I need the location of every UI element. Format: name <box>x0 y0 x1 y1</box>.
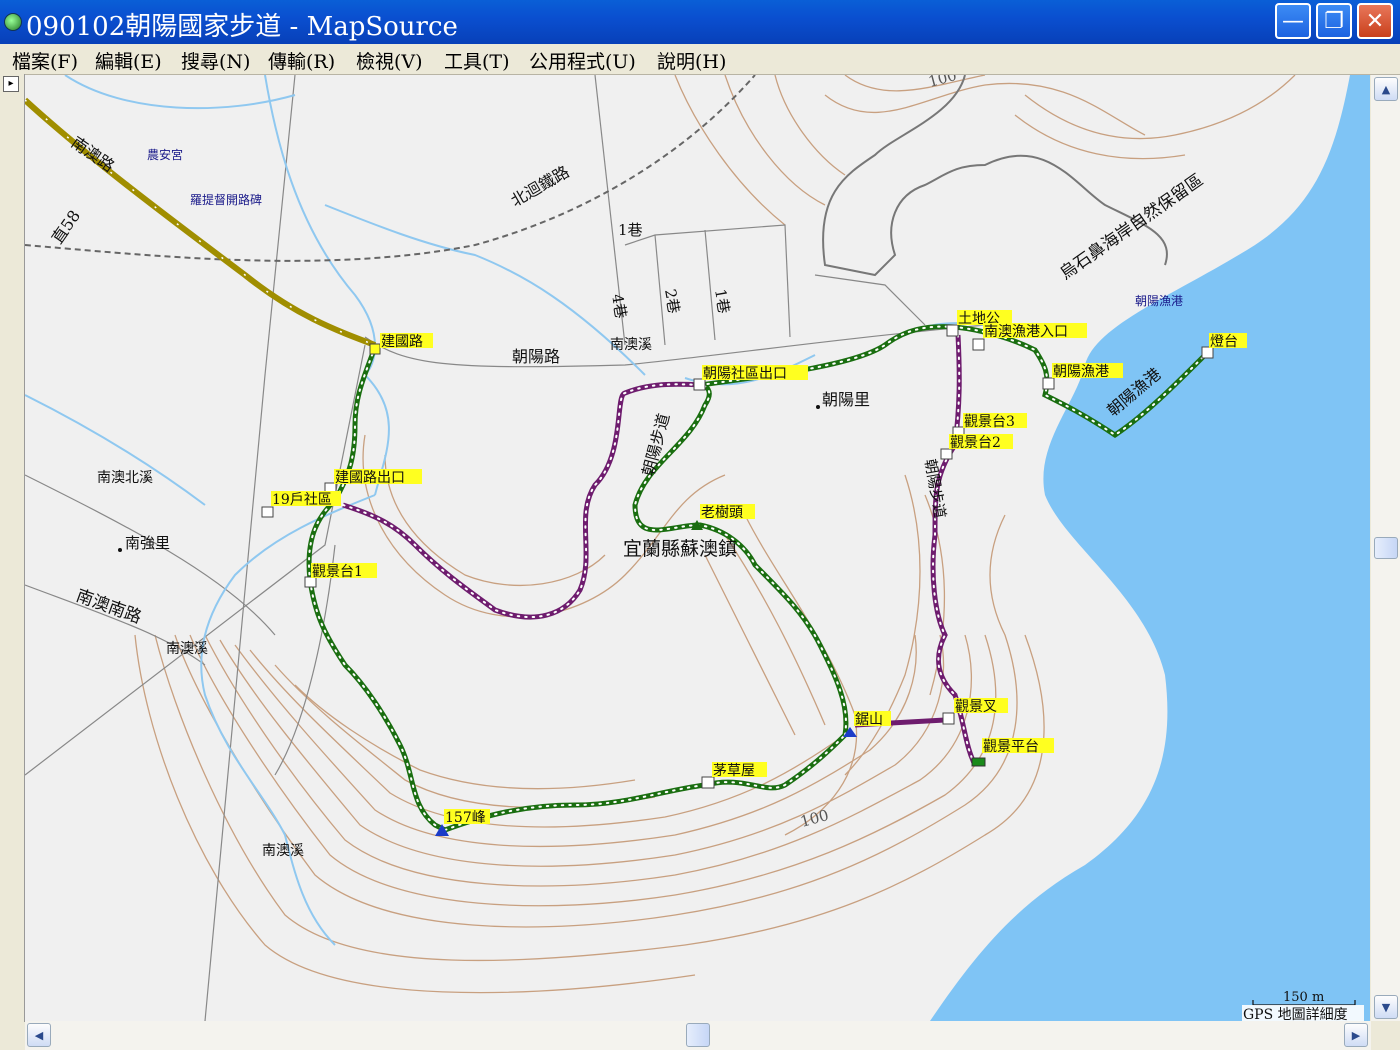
sidebar-collapsed-panel: ▸ <box>0 74 25 1022</box>
svg-text:觀景台2: 觀景台2 <box>950 435 1001 451</box>
scroll-left-button[interactable]: ◀ <box>27 1023 51 1047</box>
contour-label: 100 <box>798 806 830 831</box>
road-label: 朝陽路 <box>512 347 560 366</box>
menu-file[interactable]: 檔案(F) <box>12 47 78 74</box>
svg-text:老樹頭: 老樹頭 <box>701 505 743 521</box>
waypoint-chaoyang-community-exit[interactable]: 朝陽社區出口 <box>693 365 808 391</box>
svg-text:觀景台3: 觀景台3 <box>964 414 1015 430</box>
horizontal-scrollbar[interactable]: ◀ ▶ <box>25 1021 1371 1050</box>
place-label: 南澳溪 <box>166 641 208 657</box>
svg-text:157峰: 157峰 <box>445 810 486 826</box>
waypoint-viewing-platform[interactable]: 觀景平台 <box>971 738 1054 767</box>
waypoint-peak-157[interactable]: 157峰 <box>435 809 490 836</box>
horizontal-scroll-thumb[interactable] <box>686 1023 710 1047</box>
contour-label: 100 <box>926 75 958 91</box>
menu-tools[interactable]: 工具(T) <box>444 47 510 74</box>
place-label: 羅提督開路碑 <box>190 192 262 207</box>
place-label: 南強里 <box>125 534 170 552</box>
svg-text:建國路: 建國路 <box>381 334 423 350</box>
svg-text:觀景叉: 觀景叉 <box>955 699 997 715</box>
road-label: 1巷 <box>618 221 643 239</box>
place-label: 朝陽里 <box>822 390 870 409</box>
place-label: 南澳北溪 <box>97 470 153 486</box>
road-label: 直58 <box>48 207 84 248</box>
title-bar: 090102朝陽國家步道 - MapSource — ❐ ✕ <box>0 0 1400 44</box>
road-label: 南澳路 <box>68 133 118 176</box>
waypoint-jianguo-road[interactable]: 建國路 <box>369 333 433 355</box>
svg-text:茅草屋: 茅草屋 <box>713 763 755 779</box>
svg-text:150 m: 150 m <box>1283 990 1324 1005</box>
road-label: 1巷 <box>711 288 733 315</box>
menu-bar: 檔案(F) 編輯(E) 搜尋(N) 傳輸(R) 檢視(V) 工具(T) 公用程式… <box>0 44 1400 75</box>
svg-text:19戶社區: 19戶社區 <box>272 492 332 508</box>
svg-text:南澳漁港入口: 南澳漁港入口 <box>984 324 1068 340</box>
svg-text:燈台: 燈台 <box>1210 334 1238 350</box>
menu-transfer[interactable]: 傳輸(R) <box>268 47 335 74</box>
svg-text:觀景台1: 觀景台1 <box>312 564 363 580</box>
mapsource-app-icon[interactable] <box>4 13 22 31</box>
menu-search[interactable]: 搜尋(N) <box>181 47 250 74</box>
place-label: 農安宮 <box>147 147 183 162</box>
menu-edit[interactable]: 編輯(E) <box>95 47 162 74</box>
scrollbar-corner <box>1371 1021 1400 1050</box>
road-label: 2巷 <box>661 288 683 315</box>
waypoint-viewpoint-3[interactable]: 觀景台3 <box>952 413 1027 438</box>
maximize-button[interactable]: ❐ <box>1316 3 1352 39</box>
svg-text:觀景平台: 觀景平台 <box>983 739 1039 755</box>
svg-text:鋸山: 鋸山 <box>855 712 883 728</box>
menu-help[interactable]: 說明(H) <box>657 47 726 74</box>
waypoint-viewpoint-fork[interactable]: 觀景叉 <box>942 698 1008 725</box>
menu-view[interactable]: 檢視(V) <box>356 47 423 74</box>
vertical-scrollbar[interactable]: ▲ ▼ <box>1371 75 1400 1021</box>
scroll-right-button[interactable]: ▶ <box>1344 1023 1368 1047</box>
vertical-scroll-thumb[interactable] <box>1374 537 1398 559</box>
map-view[interactable]: 100 100 南澳路 直58 北迴鐵路 朝陽路 南澳南路 1巷 2巷 4巷 1… <box>25 75 1370 1021</box>
minimize-button[interactable]: — <box>1275 3 1311 39</box>
svg-text:朝陽社區出口: 朝陽社區出口 <box>703 366 787 382</box>
window-title: 090102朝陽國家步道 - MapSource <box>26 12 458 42</box>
waypoint-viewpoint-1[interactable]: 觀景台1 <box>304 563 377 588</box>
waypoint-old-tree[interactable]: 老樹頭 <box>691 504 755 530</box>
menu-utilities[interactable]: 公用程式(U) <box>529 47 636 74</box>
scroll-down-button[interactable]: ▼ <box>1374 995 1398 1019</box>
scroll-up-button[interactable]: ▲ <box>1374 77 1398 101</box>
place-label: 南澳溪 <box>610 337 652 353</box>
trail-label: 朝陽步道 <box>639 411 674 478</box>
place-label: 朝陽漁港 <box>1135 294 1183 308</box>
road-label: 南澳南路 <box>73 586 144 628</box>
place-label: 烏石鼻海岸自然保留區 <box>1056 170 1207 284</box>
place-label: 宜蘭縣蘇澳鎮 <box>623 538 737 560</box>
svg-text:建國路出口: 建國路出口 <box>335 470 405 486</box>
waypoint-saw-mountain[interactable]: 鋸山 <box>843 711 891 737</box>
road-label: 4巷 <box>608 293 630 320</box>
svg-text:朝陽漁港: 朝陽漁港 <box>1053 364 1109 380</box>
place-label: 南澳溪 <box>262 843 304 859</box>
close-button[interactable]: ✕ <box>1357 3 1393 39</box>
road-label: 北迴鐵路 <box>508 162 573 210</box>
svg-text:GPS 地圖詳細度: GPS 地圖詳細度 <box>1243 1007 1348 1021</box>
waypoint-viewpoint-2[interactable]: 觀景台2 <box>940 434 1013 460</box>
expand-panel-button[interactable]: ▸ <box>3 76 19 92</box>
